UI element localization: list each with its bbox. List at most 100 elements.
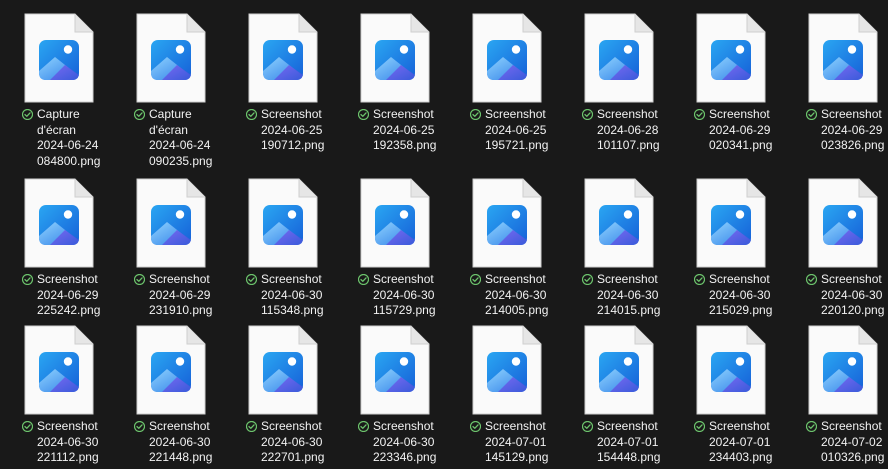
file-name-line: 2024-06-29	[149, 287, 211, 302]
file-item[interactable]: Screenshot 2024-07-02 010326.png	[786, 325, 888, 469]
synced-check-icon	[246, 274, 257, 285]
file-name-line: 020341.png	[709, 138, 773, 152]
file-caption: Screenshot 2024-06-29 231910.png	[134, 272, 234, 319]
file-name-line: 214005.png	[485, 303, 549, 317]
file-item[interactable]: Screenshot 2024-06-30 214005.png	[450, 178, 562, 328]
synced-check-icon	[694, 109, 705, 120]
file-item[interactable]: Screenshot 2024-06-30 115729.png	[338, 178, 450, 328]
file-name: Screenshot 2024-06-30 221112.png	[37, 419, 99, 466]
file-name: Screenshot 2024-07-01 145129.png	[485, 419, 548, 466]
file-name-line: Capture	[37, 107, 80, 121]
file-name-line: 221112.png	[37, 450, 99, 464]
file-caption: Screenshot 2024-06-25 190712.png	[246, 107, 346, 154]
file-name-line: Screenshot	[821, 419, 882, 433]
file-caption: Screenshot 2024-07-01 234403.png	[694, 419, 794, 466]
file-name: Screenshot 2024-07-02 010326.png	[821, 419, 884, 466]
synced-check-icon	[134, 109, 145, 120]
file-name: Screenshot 2024-07-01 234403.png	[709, 419, 772, 466]
file-name-line: 2024-06-30	[373, 434, 435, 449]
synced-check-icon	[246, 109, 257, 120]
file-name-line: 2024-06-25	[373, 122, 435, 137]
file-item[interactable]: Screenshot 2024-06-29 023826.png	[786, 13, 888, 163]
file-name-line: 221448.png	[149, 450, 213, 464]
file-item[interactable]: Screenshot 2024-06-29 231910.png	[114, 178, 226, 328]
file-name: Screenshot 2024-06-25 192358.png	[373, 107, 436, 154]
file-caption: Screenshot 2024-06-30 221112.png	[22, 419, 122, 466]
image-file-icon	[579, 13, 659, 103]
file-name-line: Screenshot	[261, 272, 322, 286]
file-name-line: Screenshot	[373, 419, 434, 433]
synced-check-icon	[470, 109, 481, 120]
file-name-line: 2024-06-25	[485, 122, 547, 137]
file-item[interactable]: Screenshot 2024-06-30 215029.png	[674, 178, 786, 328]
file-name-line: Screenshot	[485, 272, 546, 286]
image-file-icon	[19, 325, 99, 415]
file-name-line: 195721.png	[485, 138, 549, 152]
file-name: Screenshot 2024-06-25 195721.png	[485, 107, 548, 154]
file-name-line: 145129.png	[485, 450, 549, 464]
synced-check-icon	[358, 274, 369, 285]
file-name-line: Screenshot	[709, 272, 770, 286]
file-caption: Screenshot 2024-06-30 223346.png	[358, 419, 458, 466]
image-file-icon	[243, 178, 323, 268]
file-name-line: 084800.png	[37, 153, 101, 168]
file-name-line: 2024-06-24	[37, 138, 99, 152]
file-name-line: 2024-06-29	[37, 287, 99, 302]
image-file-icon	[467, 325, 547, 415]
file-item[interactable]: Capture d'écran 2024-06-24 090235.png	[114, 13, 226, 168]
file-name-line: 2024-06-30	[261, 434, 323, 449]
file-name-line: 090235.png	[149, 153, 213, 168]
image-file-icon	[355, 325, 435, 415]
file-name: Screenshot 2024-06-28 101107.png	[597, 107, 660, 154]
file-name: Screenshot 2024-06-30 214015.png	[597, 272, 660, 319]
file-name: Screenshot 2024-06-29 231910.png	[149, 272, 212, 319]
file-caption: Screenshot 2024-06-30 215029.png	[694, 272, 794, 319]
file-item[interactable]: Screenshot 2024-07-01 145129.png	[450, 325, 562, 469]
file-name-line: Screenshot	[149, 272, 210, 286]
file-item[interactable]: Screenshot 2024-06-29 225242.png	[2, 178, 114, 328]
synced-check-icon	[22, 109, 33, 120]
image-file-icon	[579, 325, 659, 415]
file-item[interactable]: Screenshot 2024-06-30 221112.png	[2, 325, 114, 469]
file-item[interactable]: Screenshot 2024-06-28 101107.png	[562, 13, 674, 163]
image-file-icon	[803, 13, 883, 103]
file-item[interactable]: Screenshot 2024-06-25 190712.png	[226, 13, 338, 163]
file-name-line: Screenshot	[597, 419, 658, 433]
file-caption: Screenshot 2024-06-30 214015.png	[582, 272, 682, 319]
image-file-icon	[131, 13, 211, 103]
file-name-line: Screenshot	[821, 107, 882, 121]
file-name-line: Screenshot	[485, 107, 546, 121]
file-name: Screenshot 2024-06-25 190712.png	[261, 107, 324, 154]
file-caption: Screenshot 2024-06-30 115348.png	[246, 272, 346, 319]
file-item[interactable]: Screenshot 2024-06-30 221448.png	[114, 325, 226, 469]
file-name-line: Screenshot	[709, 107, 770, 121]
file-name-line: d'écran	[149, 122, 188, 137]
file-item[interactable]: Screenshot 2024-06-30 222701.png	[226, 325, 338, 469]
file-name-line: Screenshot	[485, 419, 546, 433]
file-item[interactable]: Screenshot 2024-06-29 020341.png	[674, 13, 786, 163]
image-file-icon	[691, 178, 771, 268]
file-name-line: 190712.png	[261, 138, 325, 152]
file-item[interactable]: Screenshot 2024-06-25 192358.png	[338, 13, 450, 163]
file-caption: Screenshot 2024-07-01 145129.png	[470, 419, 570, 466]
file-caption: Screenshot 2024-06-25 192358.png	[358, 107, 458, 154]
file-name-line: 222701.png	[261, 450, 325, 464]
synced-check-icon	[470, 421, 481, 432]
synced-check-icon	[470, 274, 481, 285]
file-name: Screenshot 2024-06-30 115348.png	[261, 272, 324, 319]
file-item[interactable]: Screenshot 2024-06-30 115348.png	[226, 178, 338, 328]
file-item[interactable]: Screenshot 2024-07-01 234403.png	[674, 325, 786, 469]
file-name-line: Screenshot	[373, 272, 434, 286]
file-name-line: Screenshot	[821, 272, 882, 286]
file-item[interactable]: Capture d'écran 2024-06-24 084800.png	[2, 13, 114, 168]
file-item[interactable]: Screenshot 2024-06-30 220120.png	[786, 178, 888, 328]
file-item[interactable]: Screenshot 2024-06-30 223346.png	[338, 325, 450, 469]
file-name-line: Screenshot	[37, 419, 98, 433]
file-item[interactable]: Screenshot 2024-06-25 195721.png	[450, 13, 562, 163]
file-item[interactable]: Screenshot 2024-07-01 154448.png	[562, 325, 674, 469]
image-file-icon	[131, 178, 211, 268]
file-name-line: 215029.png	[709, 303, 773, 317]
file-grid: Capture d'écran 2024-06-24 084800.png Captu…	[0, 0, 888, 469]
image-file-icon	[691, 325, 771, 415]
file-item[interactable]: Screenshot 2024-06-30 214015.png	[562, 178, 674, 328]
